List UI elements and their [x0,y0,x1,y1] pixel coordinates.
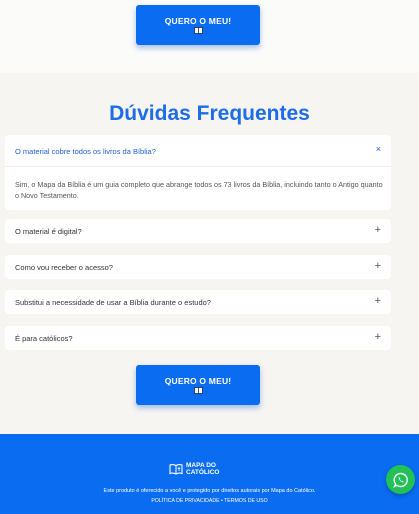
logo: MAPA DO CATÓLICO [169,462,219,476]
faq-question: É para católicos? [15,334,73,343]
faq-question: Como vou receber o acesso? [15,263,113,272]
plus-icon[interactable]: + [375,296,381,307]
book-icon [193,387,203,394]
footer-links[interactable]: POLÍTICA DE PRIVACIDADE • TERMOS DE USO [0,498,419,504]
logo-line-2: CATÓLICO [186,469,220,476]
buy-button-label: QUERO O MEU! [164,376,232,386]
faq-item-open[interactable]: O material cobre todos os livros da Bíbl… [5,135,391,210]
faq-question: Substitui a necessidade de usar a Bíblia… [15,298,211,307]
plus-icon[interactable]: + [375,225,381,236]
close-icon[interactable]: × [376,145,381,154]
faq-question: O material é digital? [15,227,82,236]
plus-icon[interactable]: + [375,261,381,272]
faq-title: Dúvidas Frequentes [109,102,310,125]
buy-button-top[interactable]: QUERO O MEU! [136,5,260,45]
footer: MAPA DO CATÓLICO Este produto é oferecid… [0,434,419,514]
logo-line-1: MAPA DO [186,462,216,469]
book-icon [193,27,203,34]
divider [5,166,391,167]
faq-item[interactable]: É para católicos? + [5,326,391,350]
buy-button-bottom[interactable]: QUERO O MEU! [136,365,260,405]
faq-answer: Sim, o Mapa da Bíblia é um guia completo… [15,180,383,200]
logo-text: MAPA DO CATÓLICO [186,462,219,476]
whatsapp-button[interactable] [386,465,415,494]
buy-button-label: QUERO O MEU! [164,16,232,26]
copyright-text: Este produto é oferecido a você e proteg… [103,488,316,494]
faq-item[interactable]: Como vou receber o acesso? + [5,255,391,279]
faq-item[interactable]: O material é digital? + [5,219,391,243]
whatsapp-icon [392,472,408,488]
open-book-icon [169,464,183,475]
plus-icon[interactable]: + [375,332,381,343]
faq-question: O material cobre todos os livros da Bíbl… [15,147,156,156]
faq-item[interactable]: Substitui a necessidade de usar a Bíblia… [5,290,391,314]
